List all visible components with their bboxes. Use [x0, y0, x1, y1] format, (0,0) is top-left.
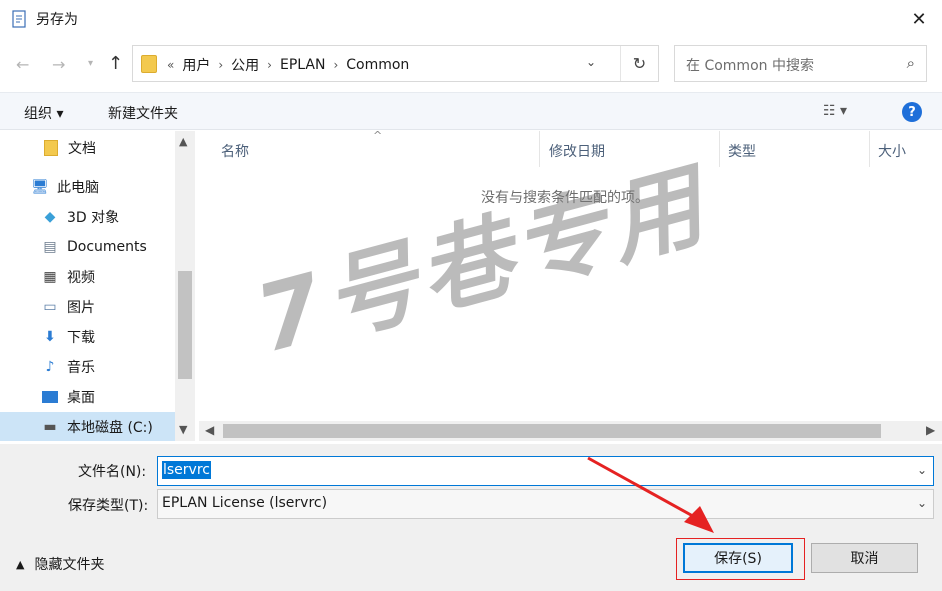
filename-label: 文件名(N):	[78, 464, 147, 480]
close-icon: ✕	[911, 8, 927, 30]
nav-item-label: 本地磁盘 (C:)	[67, 420, 153, 436]
column-divider[interactable]	[719, 131, 720, 167]
address-dropdown-chevron-icon[interactable]: ⌄	[586, 55, 596, 69]
column-divider[interactable]	[869, 131, 870, 167]
nav-item-music[interactable]: ♪ 音乐	[0, 352, 175, 382]
empty-results-message: 没有与搜索条件匹配的项。	[481, 190, 649, 206]
nav-item-documents[interactable]: ▤ Documents	[0, 232, 175, 262]
breadcrumb-item[interactable]: EPLAN	[280, 57, 325, 73]
filename-input[interactable]: lservrc ⌄	[157, 456, 934, 486]
chevron-down-icon[interactable]: ⌄	[917, 463, 927, 477]
up-arrow-icon[interactable]: ↑	[108, 53, 123, 74]
column-modified-date[interactable]: 修改日期	[549, 141, 605, 161]
download-icon: ⬇	[44, 329, 56, 345]
title-bar: 另存为 ✕	[0, 0, 942, 38]
search-icon: ⌕	[906, 54, 915, 72]
forward-arrow-icon[interactable]: →	[52, 55, 65, 74]
command-bar: 组织 ▾ 新建文件夹 ☷ ▾ ?	[0, 92, 942, 130]
window-title: 另存为	[36, 12, 78, 28]
drive-icon: ▬	[43, 419, 57, 435]
nav-item-label: 图片	[67, 300, 95, 316]
back-arrow-icon[interactable]: ←	[16, 55, 29, 74]
column-name[interactable]: 名称	[221, 141, 249, 161]
navigation-pane: 文档 🖥 此电脑 ◆ 3D 对象 ▤ Documents ▦ 视频 ▭ 图片 ⬇…	[0, 131, 196, 441]
search-input[interactable]: 在 Common 中搜索 ⌕	[674, 45, 927, 82]
column-type[interactable]: 类型	[728, 141, 756, 161]
chevron-right-icon[interactable]: ›	[218, 58, 223, 72]
help-icon[interactable]: ?	[902, 102, 922, 122]
folder-icon	[141, 55, 157, 73]
nav-item-label: 音乐	[67, 360, 95, 376]
cancel-button[interactable]: 取消	[811, 543, 918, 573]
column-divider[interactable]	[539, 131, 540, 167]
video-icon: ▦	[43, 269, 57, 285]
breadcrumb-item[interactable]: 公用	[231, 55, 259, 75]
new-folder-button[interactable]: 新建文件夹	[108, 103, 178, 123]
nav-item-downloads[interactable]: ⬇ 下载	[0, 322, 175, 352]
nav-item-label: 3D 对象	[67, 210, 120, 226]
view-options-button[interactable]: ☷ ▾	[823, 103, 847, 119]
scroll-thumb[interactable]	[223, 424, 881, 438]
nav-item-label: Documents	[67, 239, 147, 255]
cube-icon: ◆	[44, 209, 56, 225]
refresh-button[interactable]: ↻	[620, 46, 658, 81]
desktop-icon	[41, 388, 59, 406]
nav-item-desktop[interactable]: 桌面	[0, 382, 175, 412]
file-list: ^ 名称 修改日期 类型 大小 没有与搜索条件匹配的项。 ◀ ▶	[199, 129, 942, 441]
save-button[interactable]: 保存(S)	[683, 543, 793, 573]
hide-folders-label: 隐藏文件夹	[34, 557, 105, 573]
scroll-right-icon[interactable]: ▶	[926, 423, 935, 437]
save-options-panel: 文件名(N): lservrc ⌄ 保存类型(T): EPLAN License…	[0, 444, 942, 591]
filetype-label: 保存类型(T):	[68, 498, 149, 514]
nav-item-documents-folder[interactable]: 文档	[0, 133, 175, 163]
nav-item-local-disk-c[interactable]: ▬ 本地磁盘 (C:)	[0, 412, 175, 441]
music-icon: ♪	[45, 359, 55, 375]
breadcrumb: « 用户 › 公用 › EPLAN › Common	[167, 55, 409, 75]
picture-icon: ▭	[43, 299, 57, 315]
folder-icon	[42, 139, 60, 157]
document-icon: ▤	[43, 239, 57, 255]
close-button[interactable]: ✕	[896, 0, 942, 38]
address-bar[interactable]: « 用户 › 公用 › EPLAN › Common ⌄ ↻	[132, 45, 659, 82]
nav-item-label: 下载	[67, 330, 95, 346]
chevron-down-icon[interactable]: ⌄	[917, 496, 927, 510]
search-placeholder: 在 Common 中搜索	[686, 58, 814, 74]
file-list-horizontal-scrollbar[interactable]: ◀ ▶	[199, 421, 942, 441]
nav-item-videos[interactable]: ▦ 视频	[0, 262, 175, 292]
nav-item-label: 此电脑	[57, 180, 99, 196]
hide-folders-toggle[interactable]: ▲ 隐藏文件夹	[16, 554, 104, 574]
filename-value: lservrc	[162, 461, 211, 479]
breadcrumb-item[interactable]: Common	[346, 57, 409, 73]
computer-icon: 🖥	[31, 179, 49, 195]
filetype-value: EPLAN License (lservrc)	[162, 495, 328, 511]
chevron-right-icon[interactable]: ›	[267, 58, 272, 72]
scroll-up-icon[interactable]: ▲	[179, 135, 187, 148]
column-header: ^ 名称 修改日期 类型 大小	[199, 129, 942, 167]
chevron-right-icon[interactable]: ›	[333, 58, 338, 72]
nav-item-label: 视频	[67, 270, 95, 286]
nav-vertical-scrollbar[interactable]: ▲ ▼	[175, 131, 195, 441]
nav-item-this-pc[interactable]: 🖥 此电脑	[0, 172, 175, 202]
filetype-select[interactable]: EPLAN License (lservrc) ⌄	[157, 489, 934, 519]
breadcrumb-overflow[interactable]: «	[167, 58, 174, 72]
save-dialog-icon	[12, 10, 26, 28]
nav-item-label: 文档	[68, 141, 96, 157]
scroll-thumb[interactable]	[178, 271, 192, 379]
nav-item-label: 桌面	[67, 390, 95, 406]
breadcrumb-item[interactable]: 用户	[182, 55, 210, 75]
nav-item-pictures[interactable]: ▭ 图片	[0, 292, 175, 322]
nav-item-3d-objects[interactable]: ◆ 3D 对象	[0, 202, 175, 232]
organize-menu-button[interactable]: 组织 ▾	[24, 103, 63, 123]
scroll-left-icon[interactable]: ◀	[205, 423, 214, 437]
column-size[interactable]: 大小	[878, 141, 906, 161]
sort-ascending-icon: ^	[373, 129, 383, 142]
scroll-down-icon[interactable]: ▼	[179, 423, 187, 436]
refresh-icon: ↻	[632, 54, 647, 73]
recent-locations-chevron-icon[interactable]: ▾	[88, 58, 93, 69]
chevron-up-icon: ▲	[16, 557, 25, 571]
